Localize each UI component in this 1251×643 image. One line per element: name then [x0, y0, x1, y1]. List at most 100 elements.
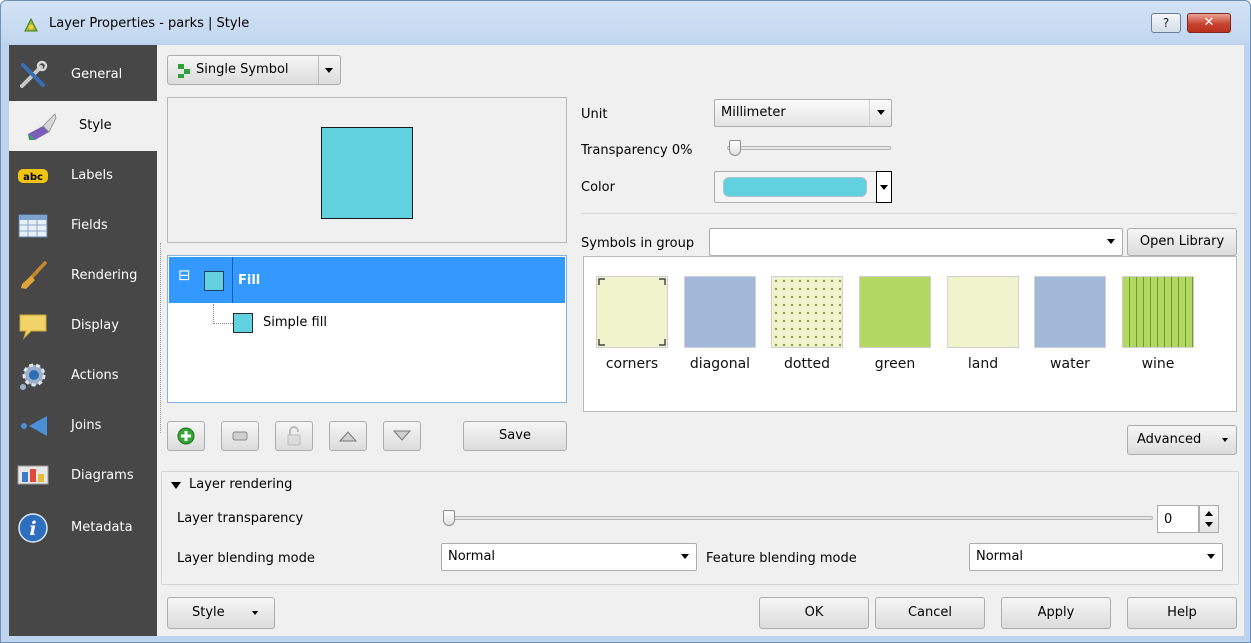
- symbol-group-select[interactable]: [709, 228, 1123, 256]
- transparency-slider-track[interactable]: [727, 146, 891, 150]
- chevron-down-icon: [880, 185, 888, 190]
- sidebar-item-label: Style: [79, 118, 112, 133]
- tree-row-label: Simple fill: [263, 315, 327, 330]
- symbol-name: land: [967, 356, 999, 372]
- collapse-icon[interactable]: ⊟: [178, 268, 191, 283]
- style-menu-button[interactable]: Style: [167, 597, 275, 629]
- layer-transparency-spinbox[interactable]: 0: [1157, 505, 1199, 533]
- symbol-diagonal[interactable]: diagonal: [684, 276, 756, 372]
- symbol-wine[interactable]: wine: [1122, 276, 1194, 372]
- chevron-down-icon: [325, 68, 333, 73]
- chevron-down-icon: [877, 110, 885, 115]
- symbol-name: green: [874, 356, 916, 372]
- sidebar-item-general[interactable]: General: [9, 50, 157, 100]
- transparency-label: Transparency 0%: [581, 143, 693, 158]
- remove-layer-button[interactable]: [221, 421, 259, 451]
- sidebar-item-actions[interactable]: Actions: [9, 351, 157, 401]
- tree-row-simple-fill[interactable]: Simple fill: [233, 313, 533, 337]
- symbol-swatch: [1034, 276, 1106, 348]
- lock-layer-button[interactable]: [275, 421, 313, 451]
- chevron-down-icon: [252, 611, 258, 615]
- layer-transparency-slider-track[interactable]: [443, 516, 1153, 520]
- close-button[interactable]: ✕: [1187, 13, 1231, 33]
- feature-blending-select[interactable]: Normal: [969, 543, 1223, 571]
- sidebar-item-rendering[interactable]: Rendering: [9, 251, 157, 301]
- symbol-dotted[interactable]: dotted: [771, 276, 843, 372]
- sidebar-item-diagrams[interactable]: Diagrams: [9, 451, 157, 501]
- splitter-handle[interactable]: [160, 243, 161, 433]
- collapse-triangle-icon: [171, 482, 181, 489]
- layer-transparency-slider-handle[interactable]: [443, 510, 455, 526]
- renderer-type-value: Single Symbol: [196, 62, 289, 77]
- ok-button[interactable]: OK: [759, 597, 869, 629]
- unit-dropdown[interactable]: [869, 100, 891, 126]
- color-button[interactable]: [714, 171, 877, 203]
- symbol-group-dropdown[interactable]: [1100, 229, 1122, 255]
- symbol-swatch: [859, 276, 931, 348]
- spin-down-icon[interactable]: [1205, 522, 1213, 527]
- join-arrow-icon: [21, 416, 47, 436]
- symbol-land[interactable]: land: [947, 276, 1019, 372]
- help-title-button[interactable]: ?: [1151, 13, 1181, 33]
- speech-bubble-icon: [19, 314, 47, 340]
- svg-text:abc: abc: [23, 172, 43, 183]
- feature-blending-value: Normal: [976, 549, 1024, 564]
- add-layer-button[interactable]: [167, 421, 205, 451]
- simple-fill-swatch-icon: [233, 313, 253, 333]
- move-up-button[interactable]: [329, 421, 367, 451]
- chevron-down-icon: [1207, 554, 1215, 559]
- symbol-swatch: [947, 276, 1019, 348]
- layer-blending-select[interactable]: Normal: [441, 543, 697, 571]
- unit-select[interactable]: Millimeter: [714, 99, 892, 127]
- layer-properties-window: Layer Properties - parks | Style ? ✕ Gen…: [0, 0, 1251, 643]
- symbol-swatch: [596, 276, 668, 348]
- spinbox-arrows[interactable]: [1199, 505, 1219, 533]
- advanced-button[interactable]: Advanced: [1127, 425, 1237, 455]
- window-title: Layer Properties - parks | Style: [49, 16, 250, 31]
- symbol-corners[interactable]: corners: [596, 276, 668, 372]
- save-button[interactable]: Save: [463, 421, 567, 451]
- cancel-button[interactable]: Cancel: [875, 597, 985, 629]
- help-button[interactable]: Help: [1127, 597, 1237, 629]
- feature-blending-label: Feature blending mode: [706, 551, 857, 566]
- sidebar-item-fields[interactable]: Fields: [9, 201, 157, 251]
- sidebar-item-style[interactable]: Style: [9, 101, 157, 151]
- sidebar-item-labels[interactable]: abc Labels: [9, 151, 157, 201]
- layer-blending-value: Normal: [448, 549, 496, 564]
- gear-icon: [20, 363, 46, 390]
- sidebar-item-label: Metadata: [71, 520, 133, 535]
- layer-blending-dropdown[interactable]: [674, 544, 696, 570]
- single-symbol-icon: [178, 64, 190, 78]
- corners-pattern-icon: [598, 278, 666, 346]
- feature-blending-dropdown[interactable]: [1200, 544, 1222, 570]
- apply-button[interactable]: Apply: [1001, 597, 1111, 629]
- symbol-water[interactable]: water: [1034, 276, 1106, 372]
- sidebar-item-metadata[interactable]: i Metadata: [9, 503, 157, 553]
- unit-label: Unit: [581, 107, 608, 122]
- renderer-type-select[interactable]: Single Symbol: [167, 55, 341, 85]
- symbol-name: water: [1050, 356, 1090, 372]
- symbol-green[interactable]: green: [859, 276, 931, 372]
- move-down-button[interactable]: [383, 421, 421, 451]
- tree-row-fill[interactable]: ⊟ Fill: [169, 257, 565, 303]
- info-icon: i: [18, 513, 48, 543]
- open-library-button[interactable]: Open Library: [1127, 228, 1237, 256]
- spin-up-icon[interactable]: [1205, 511, 1213, 516]
- color-swatch: [723, 177, 867, 197]
- sidebar-item-joins[interactable]: Joins: [9, 401, 157, 451]
- sidebar-item-label: Joins: [71, 418, 102, 433]
- abc-icon: abc: [18, 169, 48, 183]
- arrow-down-icon: [393, 430, 411, 441]
- tree-row-divider: [232, 257, 233, 303]
- layer-rendering-toggle[interactable]: Layer rendering: [167, 475, 347, 495]
- unit-value: Millimeter: [721, 105, 786, 120]
- sidebar-item-display[interactable]: Display: [9, 301, 157, 351]
- symbol-name: corners: [605, 356, 659, 372]
- symbol-name: wine: [1141, 356, 1175, 372]
- symbol-name: diagonal: [689, 356, 751, 372]
- sidebar-item-label: Diagrams: [71, 468, 134, 483]
- color-dropdown[interactable]: [876, 171, 892, 203]
- transparency-slider-handle[interactable]: [729, 140, 741, 156]
- divider: [581, 213, 1237, 214]
- fill-swatch-icon: [204, 271, 224, 291]
